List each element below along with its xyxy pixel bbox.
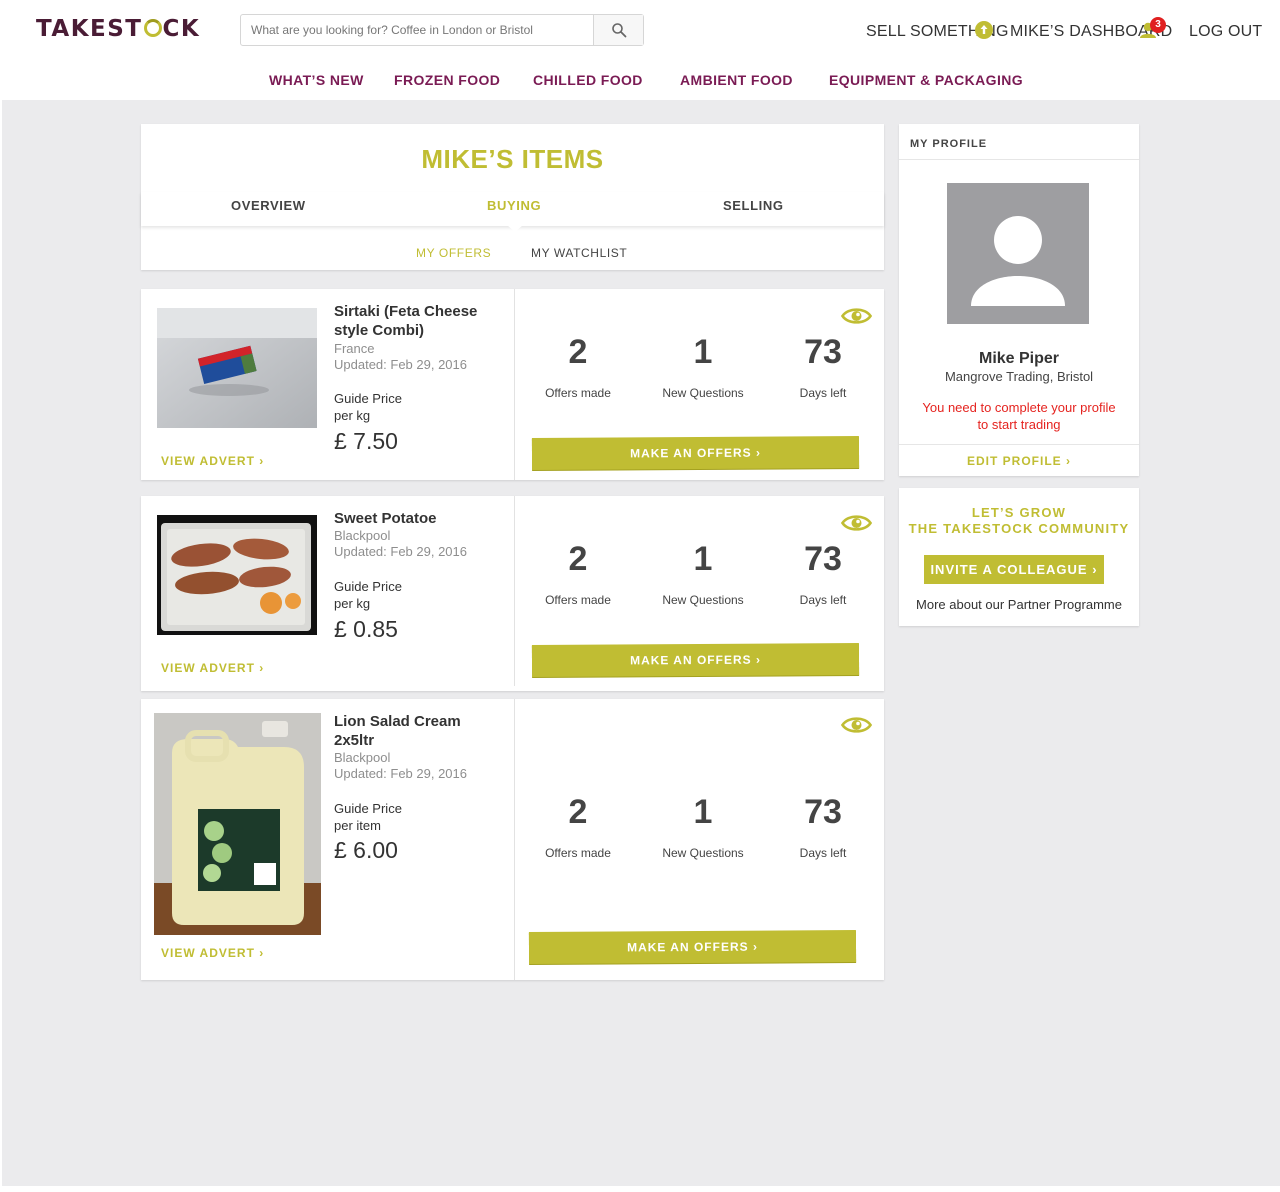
takestock-logo[interactable]: TAKEST CK [36, 16, 200, 42]
divider [899, 444, 1139, 445]
price-unit: per kg [334, 408, 371, 423]
days-left-label: Days left [799, 846, 847, 860]
community-title: LET’S GROW THE TAKESTOCK COMMUNITY [899, 505, 1139, 537]
item-photo[interactable] [154, 713, 321, 935]
divider [514, 496, 515, 686]
watch-eye-icon[interactable] [841, 715, 872, 735]
site-header: TAKESTCK SELL SOMETHING MIKE’S DASHBOARD… [0, 0, 1280, 100]
item-title[interactable]: Sirtaki (Feta Cheese style Combi) [334, 302, 504, 340]
watch-eye-icon[interactable] [841, 306, 872, 326]
new-questions-label: New Questions [662, 593, 744, 607]
new-questions-label: New Questions [662, 846, 744, 860]
days-left-label: Days left [799, 386, 847, 400]
item-updated: Updated: Feb 29, 2016 [334, 766, 467, 781]
offers-made-count: 2 [568, 333, 588, 371]
offers-made-label: Offers made [545, 593, 611, 607]
price-unit: per kg [334, 596, 371, 611]
page-title: MIKE’S ITEMS [421, 144, 604, 174]
logout-link[interactable]: LOG OUT [1189, 23, 1262, 41]
search-input[interactable] [241, 15, 593, 45]
nav-chilled-food[interactable]: CHILLED FOOD [533, 72, 643, 88]
days-left-count: 73 [804, 793, 842, 831]
days-left-count: 73 [804, 540, 842, 578]
item-updated: Updated: Feb 29, 2016 [334, 357, 467, 372]
item-title[interactable]: Lion Salad Cream 2x5ltr [334, 712, 504, 750]
new-questions-label: New Questions [662, 386, 744, 400]
search-bar [240, 14, 644, 46]
view-advert-link[interactable]: VIEW ADVERT › [161, 454, 264, 468]
active-tab-caret [507, 225, 523, 232]
item-card: Lion Salad Cream 2x5ltr Blackpool Update… [141, 699, 884, 980]
nav-whats-new[interactable]: WHAT’S NEW [269, 72, 364, 88]
make-offer-button[interactable]: MAKE AN OFFERS › [531, 643, 860, 677]
price-unit: per item [334, 818, 381, 833]
nav-equipment-packaging[interactable]: EQUIPMENT & PACKAGING [829, 72, 1023, 88]
item-card: Sirtaki (Feta Cheese style Combi) France… [141, 289, 884, 480]
guide-price-label: Guide Price [334, 391, 402, 406]
item-location: France [334, 341, 375, 356]
new-questions-count: 1 [693, 793, 713, 831]
item-title[interactable]: Sweet Potatoe [334, 509, 504, 528]
invite-colleague-button[interactable]: INVITE A COLLEAGUE › [924, 555, 1104, 584]
profile-name: Mike Piper [978, 350, 1060, 367]
search-icon [612, 23, 627, 38]
profile-company: Mangrove Trading, Bristol [944, 369, 1094, 384]
tab-overview[interactable]: OVERVIEW [231, 198, 306, 213]
edit-profile-link[interactable]: EDIT PROFILE › [899, 454, 1139, 468]
search-button[interactable] [593, 15, 643, 45]
item-updated: Updated: Feb 29, 2016 [334, 544, 467, 559]
profile-panel: MY PROFILE Mike Piper Mangrove Trading, … [899, 124, 1139, 476]
subtab-my-offers[interactable]: MY OFFERS [416, 246, 491, 260]
item-card: Sweet Potatoe Blackpool Updated: Feb 29,… [141, 496, 884, 691]
new-questions-count: 1 [693, 333, 713, 371]
subtab-my-watchlist[interactable]: MY WATCHLIST [531, 246, 627, 260]
item-price: £ 7.50 [334, 428, 398, 454]
tab-bar: OVERVIEW BUYING SELLING [141, 192, 884, 226]
make-offer-button[interactable]: MAKE AN OFFERS › [531, 436, 860, 470]
tab-buying[interactable]: BUYING [487, 198, 541, 213]
nav-frozen-food[interactable]: FROZEN FOOD [394, 72, 500, 88]
guide-price-label: Guide Price [334, 801, 402, 816]
community-title-line2: THE TAKESTOCK COMMUNITY [908, 521, 1130, 536]
divider [514, 699, 515, 980]
items-panel: MIKE’S ITEMS OVERVIEW BUYING SELLING MY … [141, 124, 884, 270]
offers-made-label: Offers made [545, 386, 611, 400]
new-questions-count: 1 [693, 540, 713, 578]
nav-ambient-food[interactable]: AMBIENT FOOD [680, 72, 793, 88]
profile-heading: MY PROFILE [910, 138, 988, 150]
logo-o-icon [143, 19, 162, 37]
offers-made-count: 2 [568, 793, 588, 831]
item-location: Blackpool [334, 750, 391, 765]
notification-badge: 3 [1150, 17, 1166, 33]
item-photo[interactable] [157, 515, 317, 635]
upload-arrow-icon[interactable] [975, 21, 993, 39]
avatar[interactable] [947, 183, 1089, 324]
community-title-line1: LET’S GROW [971, 505, 1067, 520]
tab-selling[interactable]: SELLING [723, 198, 784, 213]
divider [514, 289, 515, 480]
days-left-label: Days left [799, 593, 847, 607]
days-left-count: 73 [804, 333, 842, 371]
offers-made-count: 2 [568, 540, 588, 578]
view-advert-link[interactable]: VIEW ADVERT › [161, 946, 264, 960]
item-price: £ 0.85 [334, 616, 398, 642]
profile-warning: You need to complete your profile to sta… [922, 400, 1116, 432]
item-location: Blackpool [334, 528, 391, 543]
user-silhouette-icon [971, 216, 1065, 306]
divider [899, 159, 1139, 160]
community-panel: LET’S GROW THE TAKESTOCK COMMUNITY INVIT… [899, 488, 1139, 626]
guide-price-label: Guide Price [334, 579, 402, 594]
item-price: £ 6.00 [334, 837, 398, 863]
partner-programme-link[interactable]: More about our Partner Programme [899, 597, 1139, 612]
offers-made-label: Offers made [545, 846, 611, 860]
watch-eye-icon[interactable] [841, 513, 872, 533]
item-photo[interactable] [157, 308, 317, 428]
view-advert-link[interactable]: VIEW ADVERT › [161, 661, 264, 675]
make-offer-button[interactable]: MAKE AN OFFERS › [528, 930, 857, 964]
